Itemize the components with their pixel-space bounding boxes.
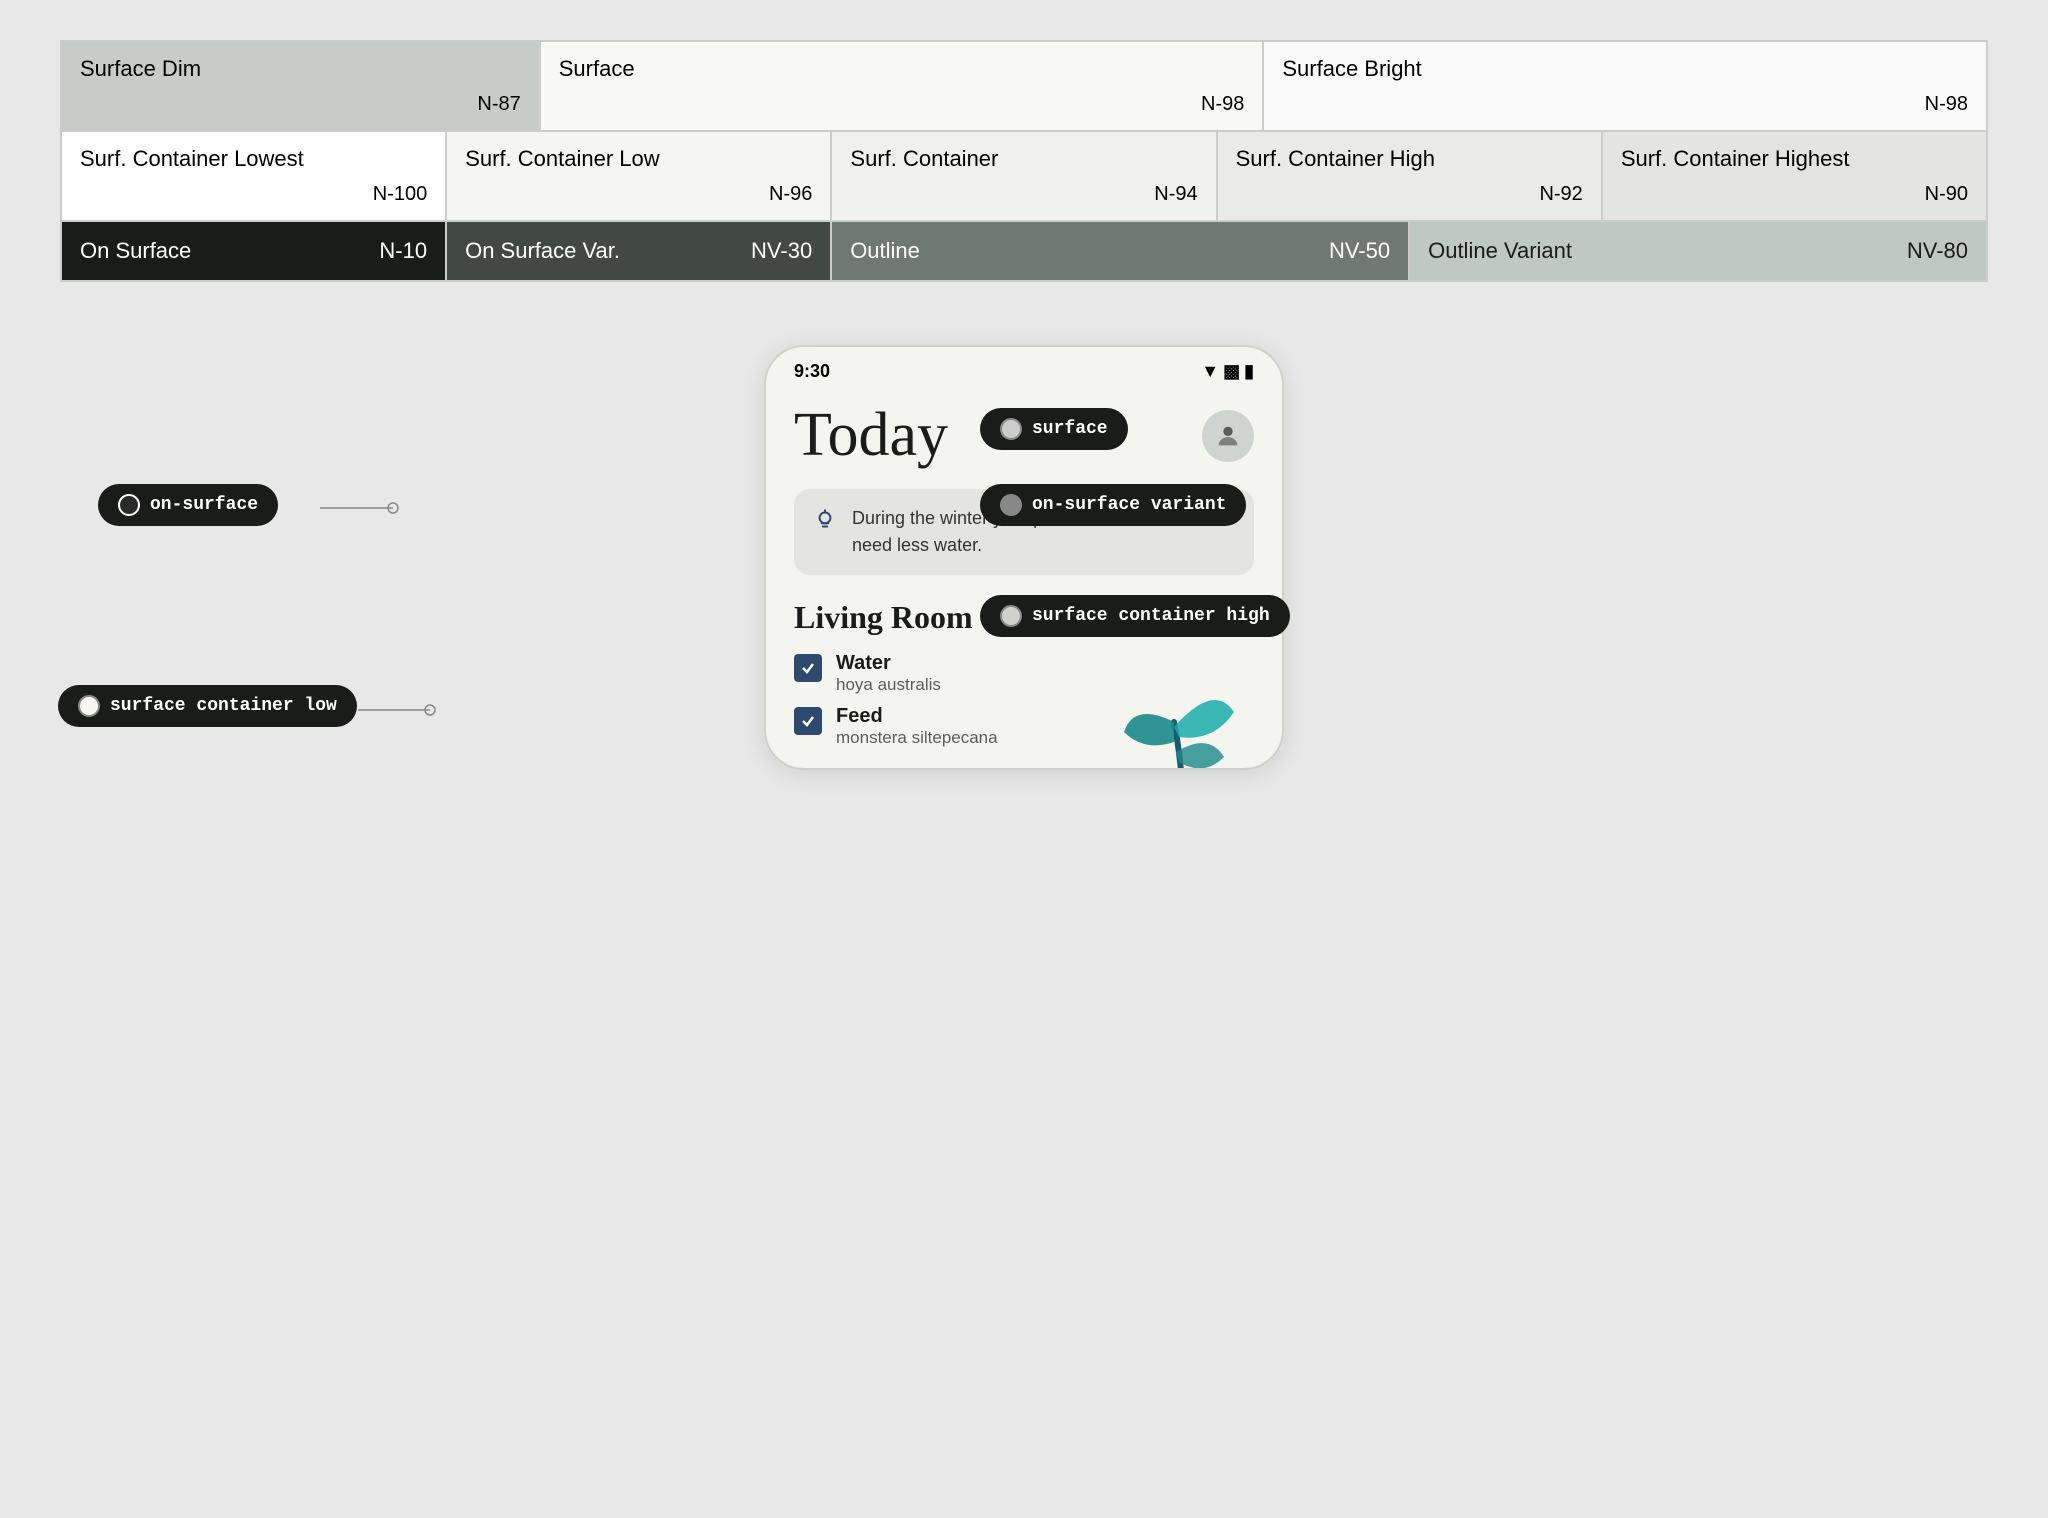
task-list: Water hoya australis Feed monstera silte… (794, 652, 1254, 748)
task-name-water: Water (836, 652, 941, 675)
swatch-on-surface-var: On Surface Var. NV-30 (446, 221, 831, 281)
swatch-cont: Surf. Container N-94 (831, 131, 1216, 221)
annotation-on-surface-label: on-surface (150, 495, 258, 515)
swatch-cont-lowest-label: Surf. Container Lowest (80, 146, 427, 172)
swatch-surface-label: Surface (559, 56, 1245, 82)
checkbox-feed[interactable] (794, 707, 822, 735)
swatch-outline-label: Outline (850, 238, 920, 264)
swatch-on-surface-label: On Surface (80, 238, 191, 264)
annotation-on-surface-dot (118, 494, 140, 516)
task-text-water: Water hoya australis (836, 652, 941, 695)
swatch-cont-high-label: Surf. Container High (1236, 146, 1583, 172)
task-sub-feed: monstera siltepecana (836, 728, 998, 748)
annotation-surface-container-high: surface container high (980, 595, 1290, 637)
swatch-on-surface-var-value: NV-30 (751, 238, 812, 264)
swatch-surface-bright-label: Surface Bright (1282, 56, 1968, 82)
annotation-surface: surface (980, 408, 1128, 450)
swatch-cont-low: Surf. Container Low N-96 (446, 131, 831, 221)
swatch-cont-highest-value: N-90 (1621, 183, 1968, 206)
swatch-surface-bright: Surface Bright N-98 (1263, 41, 1987, 131)
swatch-cont-low-value: N-96 (465, 183, 812, 206)
swatch-surface-dim-value: N-87 (80, 93, 521, 116)
swatch-cont-label: Surf. Container (850, 146, 1197, 172)
swatch-outline-var-label: Outline Variant (1428, 238, 1572, 264)
signal-icon: ▩ (1223, 361, 1240, 382)
swatch-surface: Surface N-98 (540, 41, 1264, 131)
annotation-on-surface: on-surface (98, 484, 278, 526)
swatch-surface-bright-value: N-98 (1282, 93, 1968, 116)
swatch-on-surface-value: N-10 (379, 238, 427, 264)
phone-title: Today (794, 400, 948, 471)
swatch-surface-dim-label: Surface Dim (80, 56, 521, 82)
swatch-cont-highest-label: Surf. Container Highest (1621, 146, 1968, 172)
annotation-surface-label: surface (1032, 419, 1108, 439)
task-sub-water: hoya australis (836, 675, 941, 695)
annotation-surface-dot (1000, 418, 1022, 440)
task-text-feed: Feed monstera siltepecana (836, 705, 998, 748)
swatch-surface-value: N-98 (559, 93, 1245, 116)
swatch-outline-var-value: NV-80 (1907, 238, 1968, 264)
swatch-cont-high-value: N-92 (1236, 183, 1583, 206)
plant-illustration (1114, 642, 1254, 770)
checkbox-water[interactable] (794, 654, 822, 682)
swatch-outline-var: Outline Variant NV-80 (1409, 221, 1987, 281)
battery-icon: ▮ (1244, 361, 1254, 382)
lightbulb-icon (812, 507, 838, 540)
swatch-surface-dim: Surface Dim N-87 (61, 41, 540, 131)
phone-status-bar: 9:30 ▼ ▩ ▮ (766, 347, 1282, 390)
swatch-cont-value: N-94 (850, 183, 1197, 206)
status-icons: ▼ ▩ ▮ (1201, 361, 1254, 382)
wifi-icon: ▼ (1201, 361, 1219, 382)
swatch-on-surface: On Surface N-10 (61, 221, 446, 281)
swatch-cont-highest: Surf. Container Highest N-90 (1602, 131, 1987, 221)
annotation-surface-container-low: surface container low (58, 685, 357, 727)
annotation-surface-container-high-label: surface container high (1032, 606, 1270, 626)
annotation-surface-container-low-dot (78, 695, 100, 717)
avatar[interactable] (1202, 410, 1254, 462)
swatch-outline-value: NV-50 (1329, 238, 1390, 264)
swatch-cont-high: Surf. Container High N-92 (1217, 131, 1602, 221)
annotation-on-surface-variant-label: on-surface variant (1032, 495, 1226, 515)
swatch-on-surface-var-label: On Surface Var. (465, 238, 620, 264)
swatch-cont-lowest-value: N-100 (80, 183, 427, 206)
swatch-outline: Outline NV-50 (831, 221, 1409, 281)
annotation-surface-container-high-dot (1000, 605, 1022, 627)
annotation-on-surface-variant: on-surface variant (980, 484, 1246, 526)
annotation-surface-container-low-label: surface container low (110, 696, 337, 716)
annotation-on-surface-variant-dot (1000, 494, 1022, 516)
task-name-feed: Feed (836, 705, 998, 728)
color-table: Surface Dim N-87 Surface N-98 Surface Br… (60, 40, 1988, 282)
swatch-cont-lowest: Surf. Container Lowest N-100 (61, 131, 446, 221)
swatch-cont-low-label: Surf. Container Low (465, 146, 812, 172)
phone-time: 9:30 (794, 361, 830, 382)
